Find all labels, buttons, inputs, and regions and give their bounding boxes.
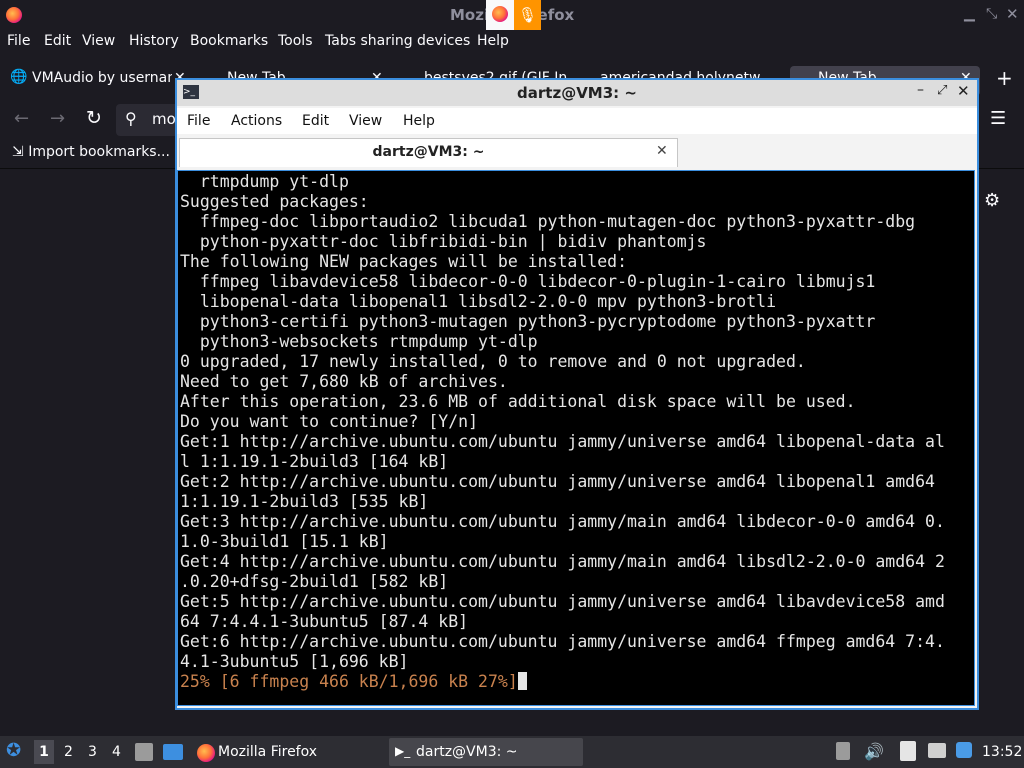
task-firefox[interactable]: Mozilla Firefox [193, 740, 383, 766]
menu-file[interactable]: File [7, 33, 30, 49]
terminal-line: Get:1 http://archive.ubuntu.com/ubuntu j… [180, 432, 945, 451]
reload-icon[interactable]: ↻ [86, 107, 102, 129]
terminal-line: After this operation, 23.6 MB of additio… [180, 392, 856, 411]
menu-history[interactable]: History [129, 33, 179, 49]
terminal-line: 0 upgraded, 17 newly installed, 0 to rem… [180, 352, 806, 371]
volume-icon[interactable]: 🔊 [864, 742, 884, 761]
hamburger-menu-icon[interactable]: ☰ [990, 108, 1006, 129]
terminal-line: Get:2 http://archive.ubuntu.com/ubuntu j… [180, 472, 935, 491]
terminal-menu-help[interactable]: Help [403, 113, 435, 129]
firefox-menubar: File Edit View History Bookmarks Tools T… [0, 30, 1024, 55]
terminal-menu-actions[interactable]: Actions [231, 113, 282, 129]
terminal-window-title: dartz@VM3: ~ [517, 84, 637, 102]
url-text: mo [152, 110, 176, 128]
workspace-2[interactable]: 2 [64, 744, 73, 760]
terminal-line: Suggested packages: [180, 192, 369, 211]
taskbar: ✪ 1 2 3 4 Mozilla Firefox ▶_ dartz@VM3: … [0, 736, 1024, 768]
clock[interactable]: 13:52 [982, 744, 1022, 760]
terminal-titlebar: >_ dartz@VM3: ~ – ⤢ ✕ [177, 80, 977, 106]
task-terminal[interactable]: ▶_ dartz@VM3: ~ [389, 738, 583, 766]
terminal-menu-file[interactable]: File [187, 113, 210, 129]
import-bookmarks-label: Import bookmarks... [28, 144, 170, 160]
terminal-line: Get:3 http://archive.ubuntu.com/ubuntu j… [180, 512, 945, 531]
search-icon: ⚲ [125, 109, 137, 128]
new-tab-plus-icon[interactable]: + [996, 66, 1013, 90]
firefox-task-icon [197, 744, 215, 762]
update-notifier-icon[interactable] [956, 742, 972, 758]
import-icon: ⇲ [12, 144, 24, 160]
terminal-cursor [517, 672, 527, 690]
tab-vmaudio[interactable]: 🌐 VMAudio by usernan ✕ [8, 66, 193, 96]
file-manager-icon[interactable] [135, 743, 153, 761]
terminal-line: 1.0-3build1 [15.1 kB] [180, 532, 389, 551]
terminal-line: .0.20+dfsg-2build1 [582 kB] [180, 572, 449, 591]
terminal-output[interactable]: rtmpdump yt-dlp Suggested packages: ffmpe… [177, 170, 975, 706]
terminal-line: 64 7:4.4.1-3ubuntu5 [87.4 kB] [180, 612, 469, 631]
firefox-logo-icon [6, 7, 22, 23]
terminal-maximize-icon[interactable]: ⤢ [937, 83, 947, 98]
network-icon[interactable] [928, 743, 946, 758]
forward-arrow-icon[interactable]: → [50, 108, 65, 129]
globe-icon: 🌐 [10, 69, 28, 85]
menu-bookmarks[interactable]: Bookmarks [190, 33, 268, 49]
terminal-line: python3-certifi python3-mutagen python3-… [180, 312, 876, 331]
back-arrow-icon[interactable]: ← [14, 108, 29, 129]
terminal-line: Get:4 http://archive.ubuntu.com/ubuntu j… [180, 552, 945, 571]
terminal-lines: rtmpdump yt-dlp Suggested packages: ffmpe… [180, 172, 945, 692]
close-icon[interactable]: ✕ [1006, 5, 1019, 23]
terminal-line: rtmpdump yt-dlp [180, 172, 349, 191]
terminal-line: Do you want to continue? [Y/n] [180, 412, 479, 431]
task-terminal-label: dartz@VM3: ~ [416, 744, 518, 760]
clipboard-icon[interactable] [836, 742, 850, 760]
terminal-window: >_ dartz@VM3: ~ – ⤢ ✕ File Actions Edit … [175, 78, 979, 710]
firefox-titlebar: Mozilla Firefox 🎙 ▁ ⤡ ✕ [0, 0, 1024, 30]
terminal-tab-title: dartz@VM3: ~ [372, 144, 485, 160]
terminal-minimize-icon[interactable]: – [917, 82, 924, 98]
terminal-tab[interactable]: dartz@VM3: ~ ✕ [179, 138, 678, 167]
start-menu-icon[interactable]: ✪ [6, 740, 26, 762]
terminal-menu-view[interactable]: View [349, 113, 382, 129]
workspace-4[interactable]: 4 [112, 744, 121, 760]
maximize-icon[interactable]: ⤡ [986, 6, 997, 22]
progress-text: 25% [6 ffmpeg 466 kB/1,696 kB 27%] [180, 672, 518, 691]
terminal-tab-close-icon[interactable]: ✕ [656, 143, 668, 159]
terminal-line: 1:1.19.1-2build3 [535 kB] [180, 492, 429, 511]
terminal-line: Get:6 http://archive.ubuntu.com/ubuntu j… [180, 632, 945, 651]
tab-label: VMAudio by usernan [32, 70, 172, 86]
terminal-menubar: File Actions Edit View Help [177, 108, 977, 134]
microphone-icon[interactable]: 🎙 [514, 0, 541, 30]
terminal-line: 4.1-3ubuntu5 [1,696 kB] [180, 652, 409, 671]
terminal-line: libopenal-data libopenal1 libsdl2-2.0-0 … [180, 292, 777, 311]
import-bookmarks-button[interactable]: ⇲ Import bookmarks... [12, 144, 170, 160]
menu-help[interactable]: Help [477, 33, 509, 49]
menu-tools[interactable]: Tools [278, 33, 313, 49]
terminal-line: python3-websockets rtmpdump yt-dlp [180, 332, 538, 351]
terminal-line: ffmpeg libavdevice58 libdecor-0-0 libdec… [180, 272, 876, 291]
terminal-progress-line: 25% [6 ffmpeg 466 kB/1,696 kB 27%] [180, 672, 945, 692]
terminal-line: ffmpeg-doc libportaudio2 libcuda1 python… [180, 212, 916, 231]
settings-gear-icon[interactable]: ⚙ [984, 190, 1000, 211]
desktop-icon[interactable] [163, 744, 183, 760]
menu-edit[interactable]: Edit [44, 33, 71, 49]
menu-view[interactable]: View [82, 33, 115, 49]
workspace-3[interactable]: 3 [88, 744, 97, 760]
terminal-line: l 1:1.19.1-2build3 [164 kB] [180, 452, 449, 471]
overlay-firefox-icon [486, 0, 514, 30]
terminal-line: Get:5 http://archive.ubuntu.com/ubuntu j… [180, 592, 945, 611]
menu-tabs-sharing-devices[interactable]: Tabs sharing devices [325, 33, 470, 49]
terminal-line: python-pyxattr-doc libfribidi-bin | bidi… [180, 232, 707, 251]
terminal-line: The following NEW packages will be insta… [180, 252, 628, 271]
task-firefox-label: Mozilla Firefox [218, 744, 318, 760]
notes-icon[interactable] [900, 741, 916, 761]
terminal-menu-edit[interactable]: Edit [302, 113, 329, 129]
terminal-line: Need to get 7,680 kB of archives. [180, 372, 508, 391]
workspace-1[interactable]: 1 [34, 740, 54, 764]
terminal-close-icon[interactable]: ✕ [957, 82, 970, 100]
terminal-task-icon: ▶_ [395, 744, 411, 758]
minimize-icon[interactable]: ▁ [964, 6, 975, 22]
